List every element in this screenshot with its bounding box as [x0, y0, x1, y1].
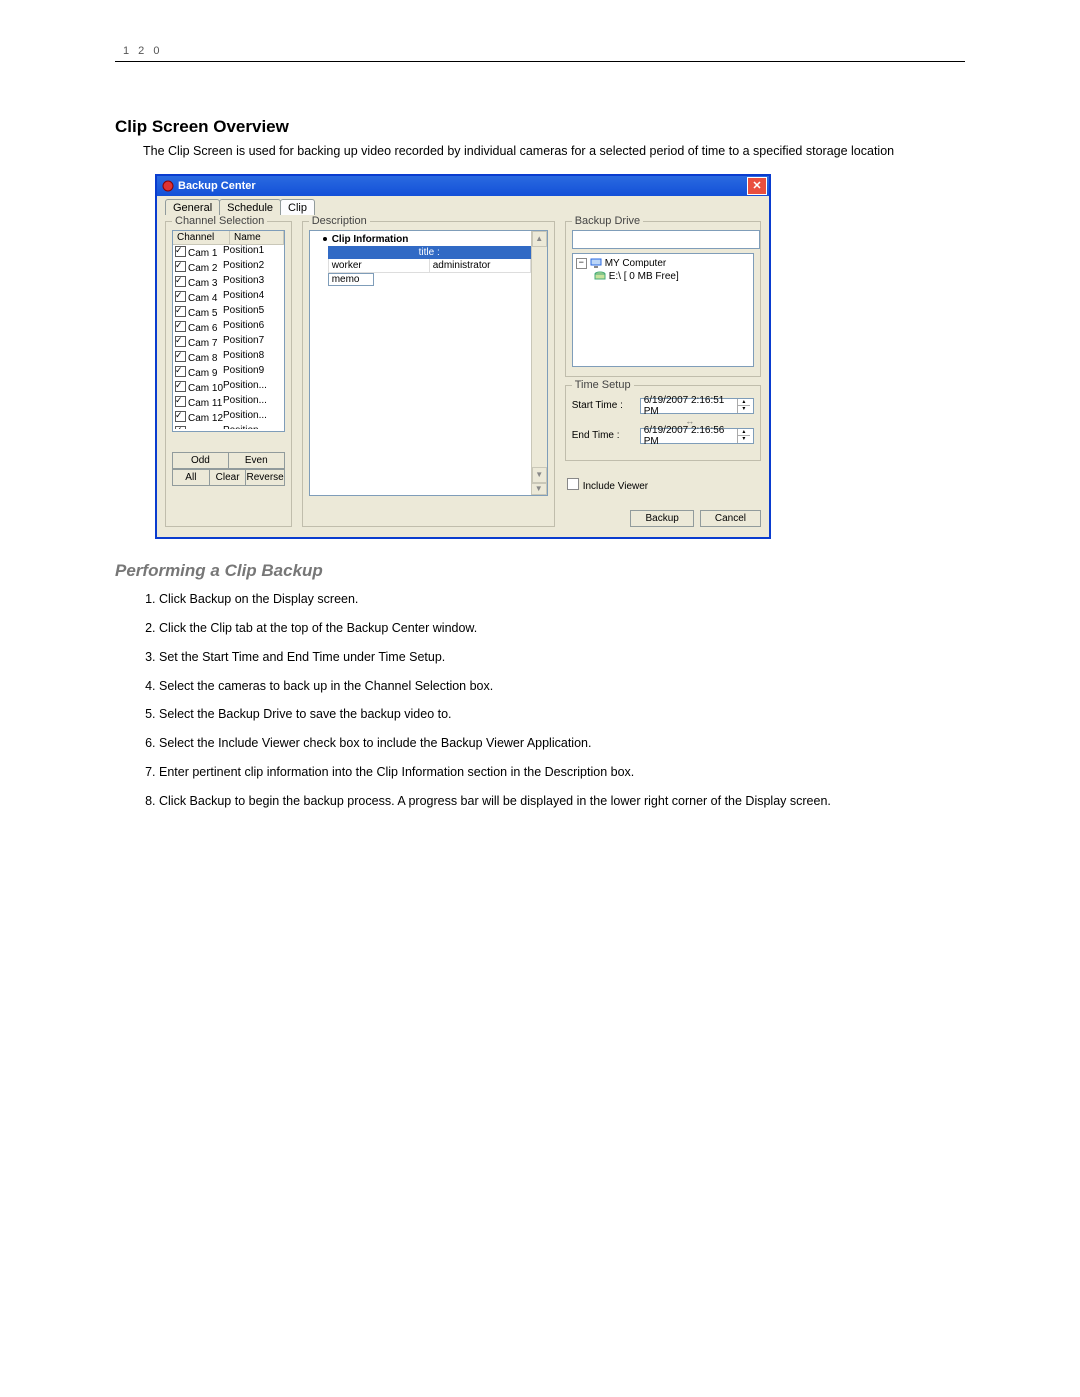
row-checkbox[interactable]: [175, 366, 186, 377]
row-checkbox[interactable]: [175, 411, 186, 422]
backup-drive-group: Backup Drive −MY Computer E:\ [ 0 MB Fre…: [565, 221, 761, 377]
list-item: Select the cameras to back up in the Cha…: [159, 678, 965, 695]
table-row[interactable]: Cam 11Position...: [173, 395, 284, 410]
row-checkbox[interactable]: [175, 381, 186, 392]
tab-general[interactable]: General: [165, 199, 220, 215]
steps-list: Click Backup on the Display screen. Click…: [159, 591, 965, 810]
subsection-title: Performing a Clip Backup: [115, 561, 965, 581]
titlebar[interactable]: Backup Center ✕: [157, 176, 769, 196]
table-row[interactable]: Cam 5Position5: [173, 305, 284, 320]
description-bottom-panel[interactable]: ▼: [309, 483, 548, 496]
table-row[interactable]: Cam 1Position1: [173, 245, 284, 260]
include-viewer-checkbox[interactable]: [567, 478, 579, 490]
table-row[interactable]: Cam 2Position2: [173, 260, 284, 275]
dropdown-icon[interactable]: ▼: [531, 483, 547, 495]
channel-selection-group: Channel Selection Channel Name Cam 1Posi…: [165, 221, 292, 527]
col-channel[interactable]: Channel: [173, 231, 230, 244]
table-row[interactable]: Cam 9Position9: [173, 365, 284, 380]
list-item: Click Backup to begin the backup process…: [159, 793, 965, 810]
row-checkbox[interactable]: [175, 426, 186, 429]
list-item: Select the Backup Drive to save the back…: [159, 706, 965, 723]
list-item: Click the Clip tab at the top of the Bac…: [159, 620, 965, 637]
channel-grid[interactable]: Channel Name Cam 1Position1Cam 2Position…: [172, 230, 285, 432]
even-button[interactable]: Even: [229, 452, 285, 469]
time-setup-group: Time Setup Start Time :6/19/2007 2:16:51…: [565, 385, 761, 461]
end-time-input[interactable]: 6/19/2007 2:16:56 PM: [640, 428, 754, 444]
memo-field[interactable]: memo: [328, 273, 374, 286]
list-item: Click Backup on the Display screen.: [159, 591, 965, 608]
page-number: 1 2 0: [123, 45, 965, 57]
odd-button[interactable]: Odd: [172, 452, 229, 469]
drive-tree[interactable]: − MY Computer E:\ [ 0 MB Free]: [572, 253, 754, 367]
close-button[interactable]: ✕: [747, 177, 767, 195]
start-time-value: 6/19/2007 2:16:51 PM: [644, 395, 737, 417]
tab-schedule[interactable]: Schedule: [219, 199, 281, 215]
reverse-button[interactable]: Reverse: [246, 469, 284, 486]
section-title: Clip Screen Overview: [115, 117, 965, 137]
backup-path-input[interactable]: [572, 230, 760, 249]
window-title: Backup Center: [178, 180, 747, 192]
clip-information-header: Clip Information: [332, 234, 409, 245]
list-item: Set the Start Time and End Time under Ti…: [159, 649, 965, 666]
table-row[interactable]: Cam 3Position3: [173, 275, 284, 290]
row-checkbox[interactable]: [175, 306, 186, 317]
table-row[interactable]: Cam 4Position4: [173, 290, 284, 305]
admin-cell: administrator: [430, 259, 530, 272]
col-name[interactable]: Name: [230, 231, 284, 244]
my-computer-node[interactable]: MY Computer: [605, 257, 667, 270]
all-button[interactable]: All: [172, 469, 210, 486]
scrollbar[interactable]: ▲ ▼: [531, 231, 547, 483]
cancel-button[interactable]: Cancel: [700, 510, 761, 527]
table-row[interactable]: Cam 6Position6: [173, 320, 284, 335]
row-checkbox[interactable]: [175, 321, 186, 332]
e-drive-node[interactable]: E:\ [ 0 MB Free]: [609, 270, 679, 283]
backup-button[interactable]: Backup: [630, 510, 693, 527]
drive-icon: [594, 271, 606, 281]
table-row[interactable]: Cam 10Position...: [173, 380, 284, 395]
channel-selection-legend: Channel Selection: [172, 215, 267, 227]
description-group: Description ▲ ▼ Clip Information title :…: [302, 221, 555, 527]
row-checkbox[interactable]: [175, 246, 186, 257]
description-legend: Description: [309, 215, 370, 227]
end-spinner[interactable]: [737, 429, 750, 443]
description-panel[interactable]: ▲ ▼ Clip Information title : worker admi…: [309, 230, 548, 484]
start-spinner[interactable]: [737, 399, 750, 413]
row-checkbox[interactable]: [175, 276, 186, 287]
list-item: Enter pertinent clip information into th…: [159, 764, 965, 781]
end-time-value: 6/19/2007 2:16:56 PM: [644, 425, 737, 447]
worker-cell: worker: [329, 259, 430, 272]
section-description: The Clip Screen is used for backing up v…: [143, 143, 965, 160]
tab-clip[interactable]: Clip: [280, 199, 315, 215]
clear-button[interactable]: Clear: [210, 469, 247, 486]
tab-strip: GeneralScheduleClip: [165, 199, 761, 215]
scroll-up-icon[interactable]: ▲: [532, 231, 547, 247]
page-rule: [115, 61, 965, 62]
computer-icon: [590, 258, 602, 268]
time-setup-legend: Time Setup: [572, 379, 634, 391]
table-row[interactable]: Cam 13Position...: [173, 425, 284, 429]
bullet-icon: [323, 237, 327, 241]
backup-drive-legend: Backup Drive: [572, 215, 643, 227]
app-icon: [162, 180, 174, 192]
list-item: Select the Include Viewer check box to i…: [159, 735, 965, 752]
backup-center-window: Backup Center ✕ GeneralScheduleClip Chan…: [155, 174, 771, 539]
include-viewer-label: Include Viewer: [583, 481, 648, 492]
start-time-input[interactable]: 6/19/2007 2:16:51 PM: [640, 398, 754, 414]
start-time-label: Start Time :: [572, 400, 640, 411]
row-checkbox[interactable]: [175, 336, 186, 347]
scroll-down-icon[interactable]: ▼: [532, 467, 547, 483]
row-checkbox[interactable]: [175, 351, 186, 362]
table-row[interactable]: Cam 12Position...: [173, 410, 284, 425]
expand-icon[interactable]: −: [576, 258, 587, 269]
title-row[interactable]: title :: [328, 246, 531, 259]
table-row[interactable]: Cam 8Position8: [173, 350, 284, 365]
row-checkbox[interactable]: [175, 261, 186, 272]
end-time-label: End Time :: [572, 430, 640, 441]
row-checkbox[interactable]: [175, 291, 186, 302]
close-icon: ✕: [752, 179, 761, 192]
table-row[interactable]: Cam 7Position7: [173, 335, 284, 350]
row-checkbox[interactable]: [175, 396, 186, 407]
include-viewer-row[interactable]: Include Viewer: [567, 477, 761, 492]
